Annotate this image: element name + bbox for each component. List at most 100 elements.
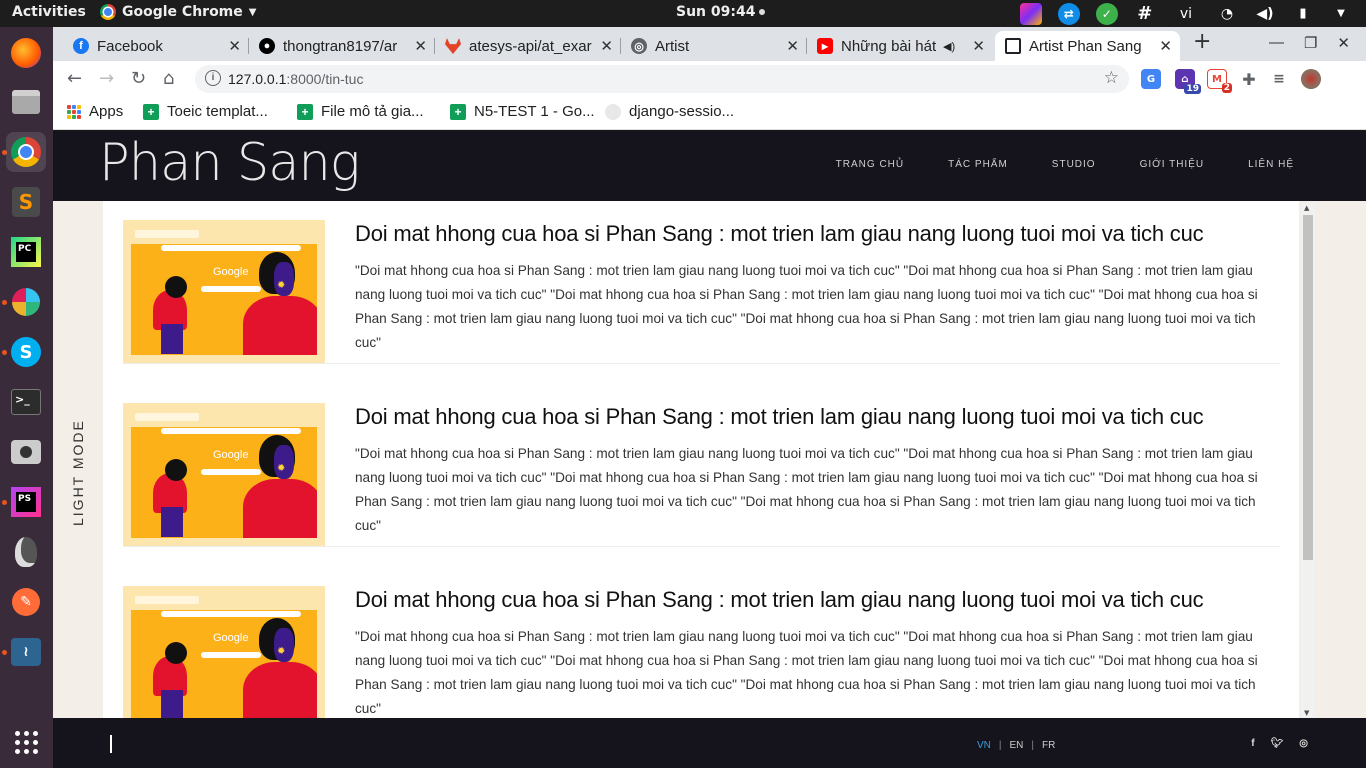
app-menu[interactable]: Google Chrome ▼: [100, 4, 256, 20]
thumbnail-google-text: Google: [213, 632, 249, 644]
lang-fr[interactable]: FR: [1042, 740, 1055, 751]
camera-icon[interactable]: [6, 432, 46, 472]
dock: S PC S >_ PS ✎ ≀: [0, 27, 53, 768]
minimize-icon[interactable]: —: [1269, 34, 1284, 52]
article-title[interactable]: Doi mat hhong cua hoa si Phan Sang : mot…: [355, 221, 1280, 247]
new-tab-plus-icon[interactable]: +: [1193, 29, 1211, 54]
mysql-workbench-icon[interactable]: ≀: [6, 632, 46, 672]
close-icon[interactable]: ✕: [1159, 37, 1172, 55]
bookmark-n5-test[interactable]: + N5-TEST 1 - Go...: [450, 103, 595, 120]
activities-button[interactable]: Activities: [12, 4, 86, 20]
postman-icon[interactable]: ✎: [6, 582, 46, 622]
close-icon[interactable]: ✕: [600, 37, 613, 55]
teamviewer-icon[interactable]: ⇄: [1057, 2, 1080, 25]
keyboard-language[interactable]: vi: [1180, 3, 1192, 25]
content-scrollbar[interactable]: ▲ ▼: [1301, 203, 1315, 718]
bookmark-toeic[interactable]: + Toeic templat...: [143, 103, 268, 120]
article-excerpt: "Doi mat hhong cua hoa si Phan Sang : mo…: [355, 446, 1258, 533]
thumbnail-illustration: Google ✹: [131, 594, 317, 718]
news-article[interactable]: Google ✹ Doi mat hhong cua hoa si Phan S…: [123, 384, 1280, 547]
phpstorm-icon[interactable]: PS: [6, 482, 46, 522]
media-queue-icon[interactable]: ≡: [1269, 69, 1289, 89]
nav-works[interactable]: TÁC PHẨM: [948, 159, 1008, 170]
forward-arrow-icon[interactable]: →: [99, 68, 114, 89]
url-path: :8000/tin-tuc: [286, 71, 364, 87]
gmail-icon[interactable]: M2: [1207, 69, 1232, 93]
article-thumbnail[interactable]: Google ✹: [123, 220, 325, 363]
light-mode-toggle[interactable]: LIGHT MODE: [68, 419, 88, 531]
chrome-dock-icon[interactable]: [6, 132, 46, 172]
penguin-app-icon[interactable]: [6, 532, 46, 572]
terminal-icon[interactable]: >_: [6, 382, 46, 422]
extensions-puzzle-icon[interactable]: ✚: [1239, 69, 1259, 89]
maximize-icon[interactable]: ❐: [1304, 34, 1317, 52]
lang-vn[interactable]: VN: [977, 740, 991, 751]
close-window-icon[interactable]: ✕: [1337, 34, 1350, 52]
battery-icon[interactable]: ▮: [1292, 3, 1314, 25]
close-icon[interactable]: ✕: [228, 37, 241, 55]
tab-gitlab[interactable]: atesys-api/at_exar ✕: [435, 31, 621, 61]
tab-artist-phan-sang[interactable]: Artist Phan Sang ✕: [995, 31, 1180, 61]
show-applications-icon[interactable]: [6, 722, 46, 762]
tab-title: atesys-api/at_exar: [469, 37, 592, 55]
reload-icon[interactable]: ↻: [131, 68, 146, 89]
scroll-down-icon[interactable]: ▼: [1304, 709, 1309, 717]
sheets-icon: +: [450, 103, 466, 120]
home-ext-icon[interactable]: ⌂ 19: [1175, 69, 1201, 94]
article-thumbnail[interactable]: Google ✹: [123, 586, 325, 718]
nav-studio[interactable]: STUDIO: [1052, 159, 1096, 170]
pycharm-icon[interactable]: PC: [6, 232, 46, 272]
wifi-icon[interactable]: ◔: [1216, 3, 1238, 25]
audio-playing-icon[interactable]: ◀): [943, 40, 955, 53]
nav-home[interactable]: TRANG CHỦ: [836, 159, 904, 170]
article-thumbnail[interactable]: Google ✹: [123, 403, 325, 546]
tab-facebook[interactable]: f Facebook ✕: [63, 31, 249, 61]
article-title[interactable]: Doi mat hhong cua hoa si Phan Sang : mot…: [355, 587, 1280, 613]
nav-contact[interactable]: LIÊN HỆ: [1248, 159, 1294, 170]
facebook-icon[interactable]: f: [1251, 738, 1254, 749]
article-title[interactable]: Doi mat hhong cua hoa si Phan Sang : mot…: [355, 404, 1280, 430]
bookmark-file-mo-ta[interactable]: + File mô tả gia...: [297, 103, 424, 120]
google-translate-icon[interactable]: G: [1141, 69, 1161, 89]
tab-youtube[interactable]: ▶ Những bài hát ◀) ✕: [807, 31, 993, 61]
scrollbar-thumb[interactable]: [1303, 215, 1313, 560]
back-arrow-icon[interactable]: ←: [67, 68, 82, 89]
clock[interactable]: Sun 09:44: [676, 4, 766, 20]
nav-about[interactable]: GIỚI THIỆU: [1140, 159, 1205, 170]
tab-github[interactable]: ● thongtran8197/ar ✕: [249, 31, 435, 61]
instagram-icon[interactable]: ◎: [1299, 738, 1308, 749]
apps-grid-icon: [67, 104, 81, 119]
news-article[interactable]: Google ✹ Doi mat hhong cua hoa si Phan S…: [123, 201, 1280, 364]
news-list: Google ✹ Doi mat hhong cua hoa si Phan S…: [103, 201, 1299, 718]
slack-dock-icon[interactable]: [6, 282, 46, 322]
scroll-up-icon[interactable]: ▲: [1304, 204, 1309, 212]
close-icon[interactable]: ✕: [414, 37, 427, 55]
info-icon[interactable]: i: [205, 70, 221, 86]
close-icon[interactable]: ✕: [786, 37, 799, 55]
site-logo[interactable]: Phan Sang: [99, 133, 360, 193]
bookmark-apps[interactable]: Apps: [67, 103, 123, 120]
check-icon[interactable]: ✓: [1095, 2, 1118, 25]
address-bar[interactable]: i 127.0.0.1:8000/tin-tuc ☆: [195, 65, 1129, 93]
profile-avatar[interactable]: [1301, 69, 1321, 89]
firefox-icon[interactable]: [6, 33, 46, 73]
twitter-icon[interactable]: 🐦︎: [1271, 738, 1284, 749]
sublime-text-icon[interactable]: S: [6, 182, 46, 222]
slack-icon[interactable]: #: [1134, 3, 1156, 25]
bookmark-django-session[interactable]: django-sessio...: [605, 103, 734, 120]
news-article[interactable]: Google ✹ Doi mat hhong cua hoa si Phan S…: [123, 567, 1280, 718]
cube-app-icon[interactable]: [1019, 2, 1042, 25]
home-icon[interactable]: ⌂: [163, 68, 174, 89]
close-icon[interactable]: ✕: [972, 37, 985, 55]
bookmark-star-icon[interactable]: ☆: [1104, 68, 1119, 88]
files-icon[interactable]: [6, 82, 46, 122]
cube-icon: [605, 103, 621, 120]
skype-icon[interactable]: S: [6, 332, 46, 372]
system-menu-chevron-icon[interactable]: ▼: [1330, 3, 1352, 25]
lang-en[interactable]: EN: [1010, 740, 1024, 751]
sheets-icon: +: [143, 103, 159, 120]
system-top-bar: Activities Google Chrome ▼ Sun 09:44 ⇄ ✓…: [0, 0, 1366, 27]
tab-artist[interactable]: ◎ Artist ✕: [621, 31, 807, 61]
volume-icon[interactable]: ◀): [1254, 3, 1276, 25]
url-host: 127.0.0.1: [228, 71, 287, 87]
